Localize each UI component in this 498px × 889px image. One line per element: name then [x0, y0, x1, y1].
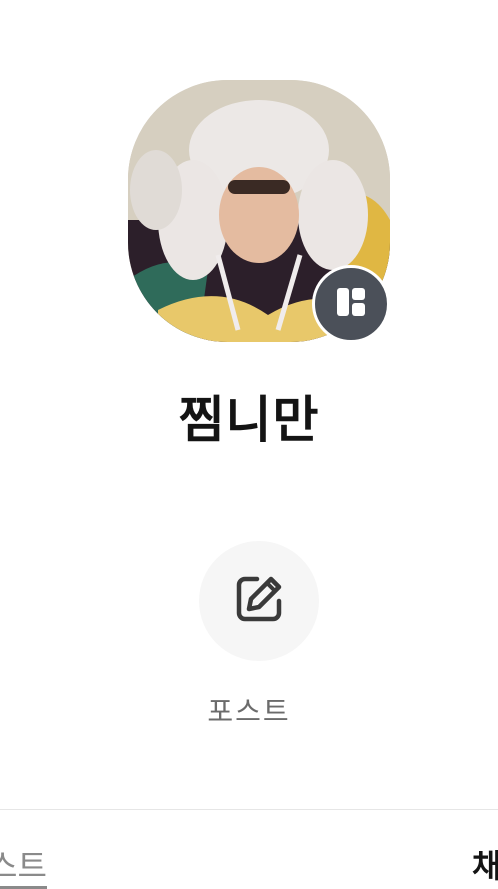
- photo-badge[interactable]: [312, 265, 390, 343]
- profile-name: 찜니만: [178, 391, 320, 449]
- post-button[interactable]: [199, 541, 319, 661]
- layout-icon: [335, 286, 367, 322]
- tab-divider: [0, 809, 498, 810]
- post-label: 포스트: [207, 695, 291, 728]
- tab-post[interactable]: 스트: [0, 846, 47, 889]
- tab-channel[interactable]: 채: [472, 846, 498, 886]
- edit-icon: [233, 573, 285, 629]
